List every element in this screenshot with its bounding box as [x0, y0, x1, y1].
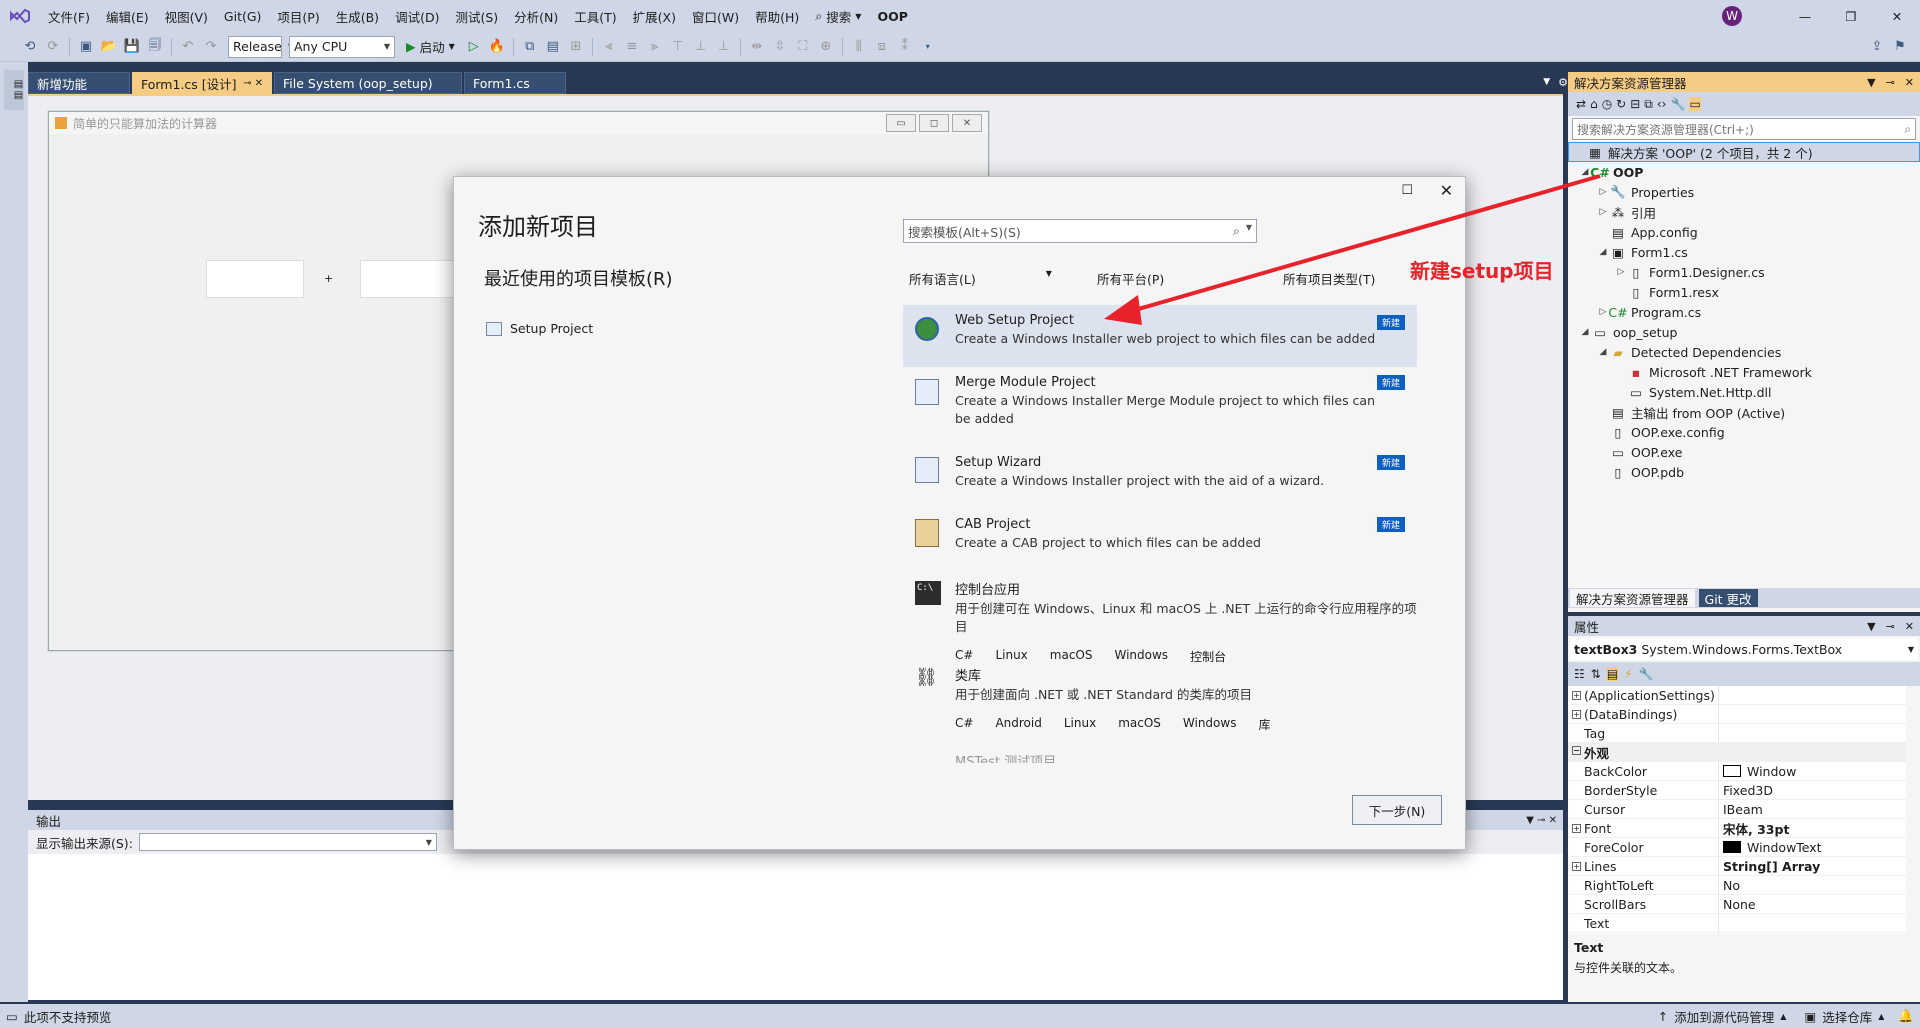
annotation-label: 新建setup项目: [1410, 259, 1554, 283]
annotation-arrow: [1104, 174, 1601, 325]
